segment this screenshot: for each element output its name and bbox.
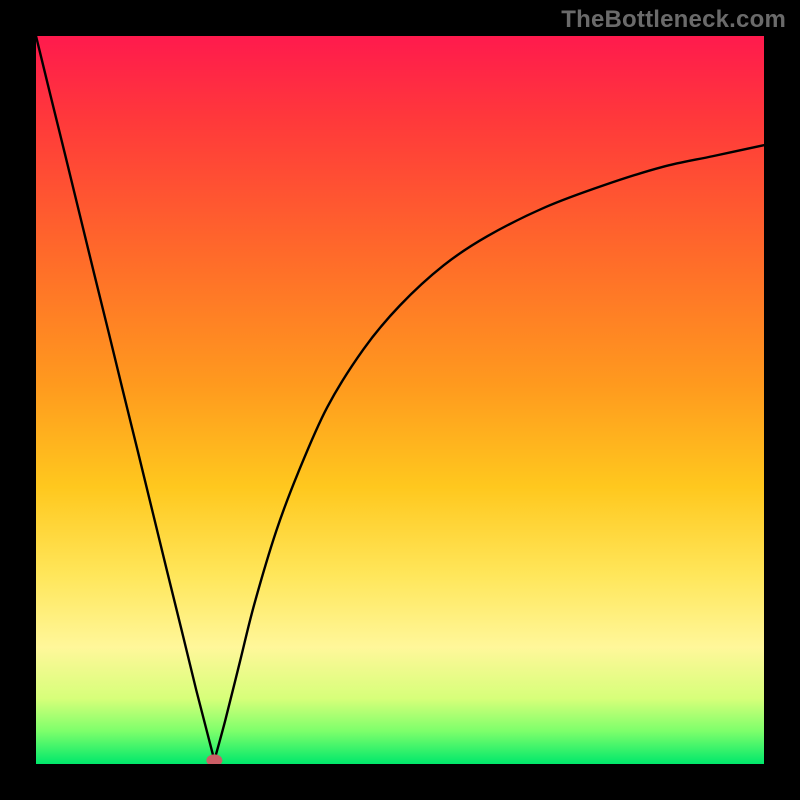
plot-svg bbox=[36, 36, 764, 764]
chart-frame: TheBottleneck.com bbox=[0, 0, 800, 800]
gradient-background bbox=[36, 36, 764, 764]
plot-area bbox=[36, 36, 764, 764]
watermark-text: TheBottleneck.com bbox=[561, 6, 786, 34]
